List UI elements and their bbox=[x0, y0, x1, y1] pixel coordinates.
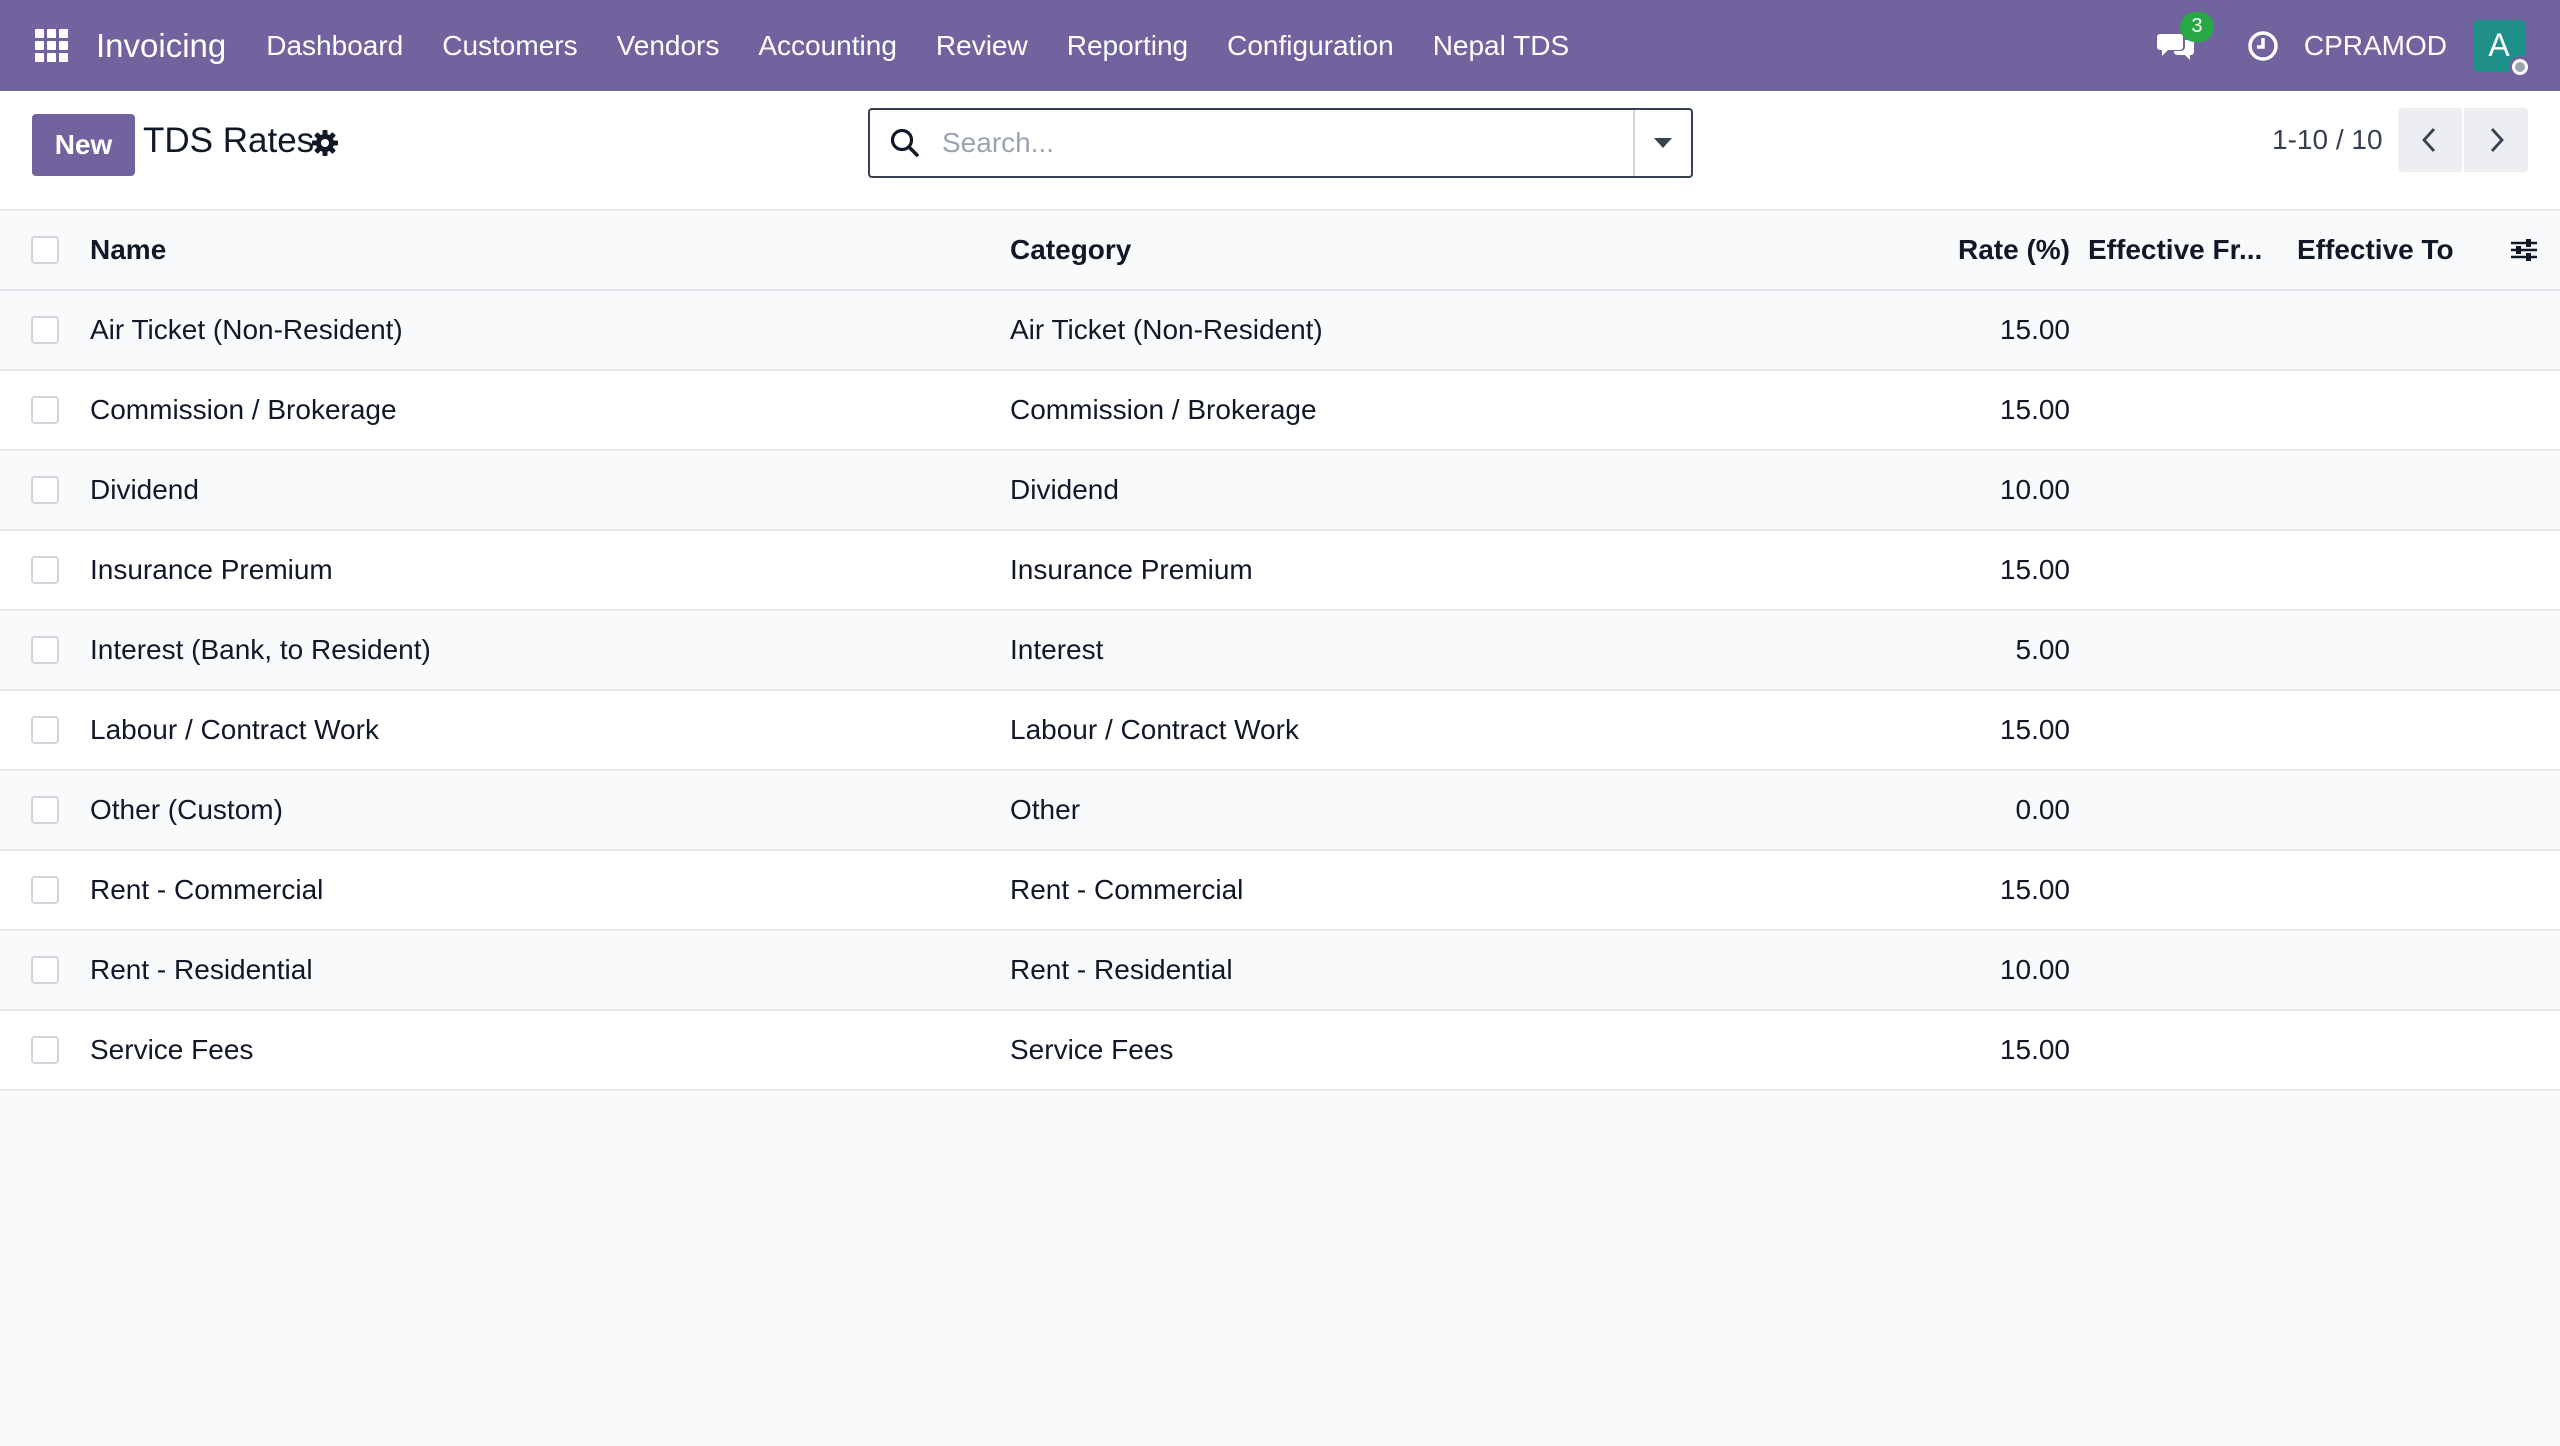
cell-rate: 15.00 bbox=[1999, 874, 2070, 905]
row-checkbox[interactable] bbox=[31, 876, 59, 904]
search-icon bbox=[890, 128, 919, 157]
navbar-right: 3 CPRAMOD A bbox=[2156, 0, 2560, 91]
cell-name: Air Ticket (Non-Resident) bbox=[90, 314, 403, 345]
cell-rate: 15.00 bbox=[1999, 714, 2070, 745]
cell-rate: 15.00 bbox=[1999, 554, 2070, 585]
cell-category: Other bbox=[1010, 794, 1081, 825]
pager-next-button[interactable] bbox=[2464, 108, 2528, 172]
table-row[interactable]: Air Ticket (Non-Resident) Air Ticket (No… bbox=[0, 291, 2560, 371]
cell-name: Interest (Bank, to Resident) bbox=[90, 634, 431, 665]
table-row[interactable]: Rent - Commercial Rent - Commercial 15.0… bbox=[0, 851, 2560, 931]
cell-rate: 5.00 bbox=[2015, 634, 2071, 665]
menu-vendors[interactable]: Vendors bbox=[617, 30, 720, 62]
pager-value[interactable]: 1-10 / 10 bbox=[2272, 124, 2383, 156]
cell-category: Commission / Brokerage bbox=[1010, 394, 1317, 425]
avatar-initial: A bbox=[2488, 27, 2510, 63]
cell-category: Service Fees bbox=[1010, 1034, 1174, 1065]
cell-rate: 15.00 bbox=[1999, 1034, 2070, 1065]
cell-category: Rent - Residential bbox=[1010, 954, 1233, 985]
cell-category: Air Ticket (Non-Resident) bbox=[1010, 314, 1323, 345]
chat-count-badge: 3 bbox=[2179, 11, 2214, 42]
cell-name: Commission / Brokerage bbox=[90, 394, 397, 425]
table-row[interactable]: Dividend Dividend 10.00 bbox=[0, 451, 2560, 531]
pager-previous-button[interactable] bbox=[2398, 108, 2462, 172]
table-header: Name Category Rate (%) Effective Fr... E… bbox=[0, 211, 2560, 291]
cell-name: Labour / Contract Work bbox=[90, 714, 379, 745]
table-row[interactable]: Labour / Contract Work Labour / Contract… bbox=[0, 691, 2560, 771]
messaging-button[interactable]: 3 bbox=[2156, 11, 2214, 66]
tds-rates-table: Name Category Rate (%) Effective Fr... E… bbox=[0, 211, 2560, 1091]
table-row[interactable]: Service Fees Service Fees 15.00 bbox=[0, 1011, 2560, 1091]
table-row[interactable]: Rent - Residential Rent - Residential 10… bbox=[0, 931, 2560, 1011]
new-button[interactable]: New bbox=[32, 114, 135, 176]
cell-rate: 15.00 bbox=[1999, 314, 2070, 345]
cell-rate: 10.00 bbox=[1999, 474, 2070, 505]
cell-rate: 0.00 bbox=[2015, 794, 2071, 825]
header-name[interactable]: Name bbox=[90, 234, 166, 266]
search-input[interactable] bbox=[942, 113, 1633, 173]
top-navbar: Invoicing Dashboard Customers Vendors Ac… bbox=[0, 0, 2560, 91]
header-effective-to[interactable]: Effective To bbox=[2297, 234, 2454, 266]
table-row[interactable]: Interest (Bank, to Resident) Interest 5.… bbox=[0, 611, 2560, 691]
cell-name: Service Fees bbox=[90, 1034, 254, 1065]
menu-reporting[interactable]: Reporting bbox=[1067, 30, 1188, 62]
row-checkbox[interactable] bbox=[31, 316, 59, 344]
table-row[interactable]: Other (Custom) Other 0.00 bbox=[0, 771, 2560, 851]
caret-down-icon bbox=[1654, 138, 1672, 148]
avatar[interactable]: A bbox=[2473, 19, 2531, 78]
app-brand[interactable]: Invoicing bbox=[96, 27, 226, 65]
cell-category: Interest bbox=[1010, 634, 1104, 665]
cell-category: Insurance Premium bbox=[1010, 554, 1253, 585]
row-checkbox[interactable] bbox=[31, 476, 59, 504]
presence-status-icon bbox=[2509, 55, 2531, 78]
header-effective-from[interactable]: Effective Fr... bbox=[2088, 234, 2262, 266]
apps-grid-icon[interactable] bbox=[35, 28, 69, 63]
clock-icon[interactable] bbox=[2246, 29, 2280, 63]
row-checkbox[interactable] bbox=[31, 636, 59, 664]
row-checkbox[interactable] bbox=[31, 796, 59, 824]
menu-review[interactable]: Review bbox=[936, 30, 1028, 62]
menu-configuration[interactable]: Configuration bbox=[1227, 30, 1394, 62]
gear-icon[interactable] bbox=[311, 129, 339, 157]
table-row[interactable]: Insurance Premium Insurance Premium 15.0… bbox=[0, 531, 2560, 611]
header-rate[interactable]: Rate (%) bbox=[1958, 234, 2070, 266]
cell-category: Rent - Commercial bbox=[1010, 874, 1244, 905]
row-checkbox[interactable] bbox=[31, 396, 59, 424]
menu-nepal-tds[interactable]: Nepal TDS bbox=[1433, 30, 1569, 62]
cell-name: Insurance Premium bbox=[90, 554, 333, 585]
cell-name: Rent - Commercial bbox=[90, 874, 324, 905]
cell-name: Dividend bbox=[90, 474, 199, 505]
search-bar bbox=[868, 108, 1693, 178]
cell-category: Labour / Contract Work bbox=[1010, 714, 1299, 745]
row-checkbox[interactable] bbox=[31, 1036, 59, 1064]
menu-customers[interactable]: Customers bbox=[442, 30, 577, 62]
row-checkbox[interactable] bbox=[31, 956, 59, 984]
search-options-toggle[interactable] bbox=[1633, 110, 1691, 176]
optional-columns-icon[interactable] bbox=[2508, 234, 2540, 266]
row-checkbox[interactable] bbox=[31, 556, 59, 584]
header-category[interactable]: Category bbox=[1010, 234, 1131, 266]
cell-name: Rent - Residential bbox=[90, 954, 313, 985]
cell-category: Dividend bbox=[1010, 474, 1119, 505]
chevron-right-icon bbox=[2490, 128, 2504, 152]
cell-rate: 10.00 bbox=[1999, 954, 2070, 985]
control-panel: New TDS Rates 1-10 / 10 bbox=[0, 91, 2560, 211]
page-title: TDS Rates bbox=[143, 121, 315, 160]
chevron-left-icon bbox=[2422, 128, 2436, 152]
menu-dashboard[interactable]: Dashboard bbox=[266, 30, 403, 62]
user-name[interactable]: CPRAMOD bbox=[2304, 30, 2447, 62]
row-checkbox[interactable] bbox=[31, 716, 59, 744]
cell-name: Other (Custom) bbox=[90, 794, 283, 825]
select-all-checkbox[interactable] bbox=[31, 236, 59, 264]
menu-accounting[interactable]: Accounting bbox=[758, 30, 897, 62]
table-row[interactable]: Commission / Brokerage Commission / Brok… bbox=[0, 371, 2560, 451]
cell-rate: 15.00 bbox=[1999, 394, 2070, 425]
